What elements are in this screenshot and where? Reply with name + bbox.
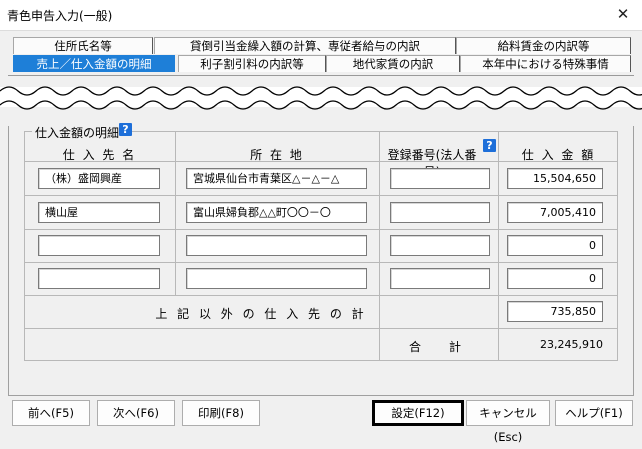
cancel-button[interactable]: キャンセル(Esc): [466, 400, 550, 444]
ok-button[interactable]: 設定(F12): [372, 400, 464, 426]
close-icon[interactable]: ✕: [606, 1, 640, 28]
header-supplier-name: 仕 入 先 名: [62, 148, 137, 162]
tab-rent[interactable]: 地代家賃の内訳: [326, 55, 460, 72]
amount-field[interactable]: 15,504,650: [507, 168, 603, 189]
title-bar: 青色申告入力(一般) ✕: [0, 0, 642, 31]
supplier-name-field[interactable]: 横山屋: [38, 202, 160, 223]
registration-number-field[interactable]: [390, 235, 490, 256]
total-label: 合 計: [408, 340, 469, 354]
other-suppliers-amount-field[interactable]: 735,850: [507, 301, 603, 322]
prev-button[interactable]: 前へ(F5): [12, 400, 90, 426]
supplier-name-field[interactable]: [38, 268, 160, 289]
other-suppliers-label: 上 記 以 外 の 仕 入 先 の 計: [155, 307, 367, 321]
tab-bad-debt-family[interactable]: 貸倒引当金繰入額の計算、専従者給与の内訳: [154, 37, 456, 54]
address-field[interactable]: [186, 268, 367, 289]
help-icon[interactable]: ?: [483, 139, 496, 152]
amount-field[interactable]: 7,005,410: [507, 202, 603, 223]
registration-number-field[interactable]: [390, 168, 490, 189]
print-button[interactable]: 印刷(F8): [182, 400, 260, 426]
tab-sales-purchases[interactable]: 売上／仕入金額の明細: [13, 55, 175, 72]
tab-salaries[interactable]: 給料賃金の内訳等: [456, 37, 631, 54]
supplier-name-field[interactable]: （株）盛岡興産: [38, 168, 160, 189]
header-address: 所 在 地: [250, 148, 304, 162]
registration-number-field[interactable]: [390, 202, 490, 223]
amount-field[interactable]: 0: [507, 235, 603, 256]
address-field[interactable]: 富山県婦負郡△△町〇〇－〇: [186, 202, 367, 223]
tab-strip: 住所氏名等 貸倒引当金繰入額の計算、専従者給与の内訳 給料賃金の内訳等 売上／仕…: [0, 31, 642, 75]
tab-special-circumstances[interactable]: 本年中における特殊事情: [460, 55, 631, 72]
address-field[interactable]: 宮城県仙台市青葉区△－△－△: [186, 168, 367, 189]
header-purchase-amount: 仕 入 金 額: [521, 148, 596, 162]
tab-interest[interactable]: 利子割引料の内訳等: [178, 55, 326, 72]
amount-field[interactable]: 0: [507, 268, 603, 289]
registration-number-field[interactable]: [390, 268, 490, 289]
help-icon[interactable]: ?: [119, 123, 132, 136]
total-amount: 23,245,910: [540, 338, 603, 351]
tab-address-name[interactable]: 住所氏名等: [13, 37, 153, 54]
help-button[interactable]: ヘルプ(F1): [555, 400, 633, 426]
torn-edge: [0, 76, 642, 126]
supplier-name-field[interactable]: [38, 235, 160, 256]
address-field[interactable]: [186, 235, 367, 256]
section-legend: 仕入金額の明細: [32, 124, 123, 141]
next-button[interactable]: 次へ(F6): [97, 400, 175, 426]
window-title: 青色申告入力(一般): [7, 9, 113, 23]
